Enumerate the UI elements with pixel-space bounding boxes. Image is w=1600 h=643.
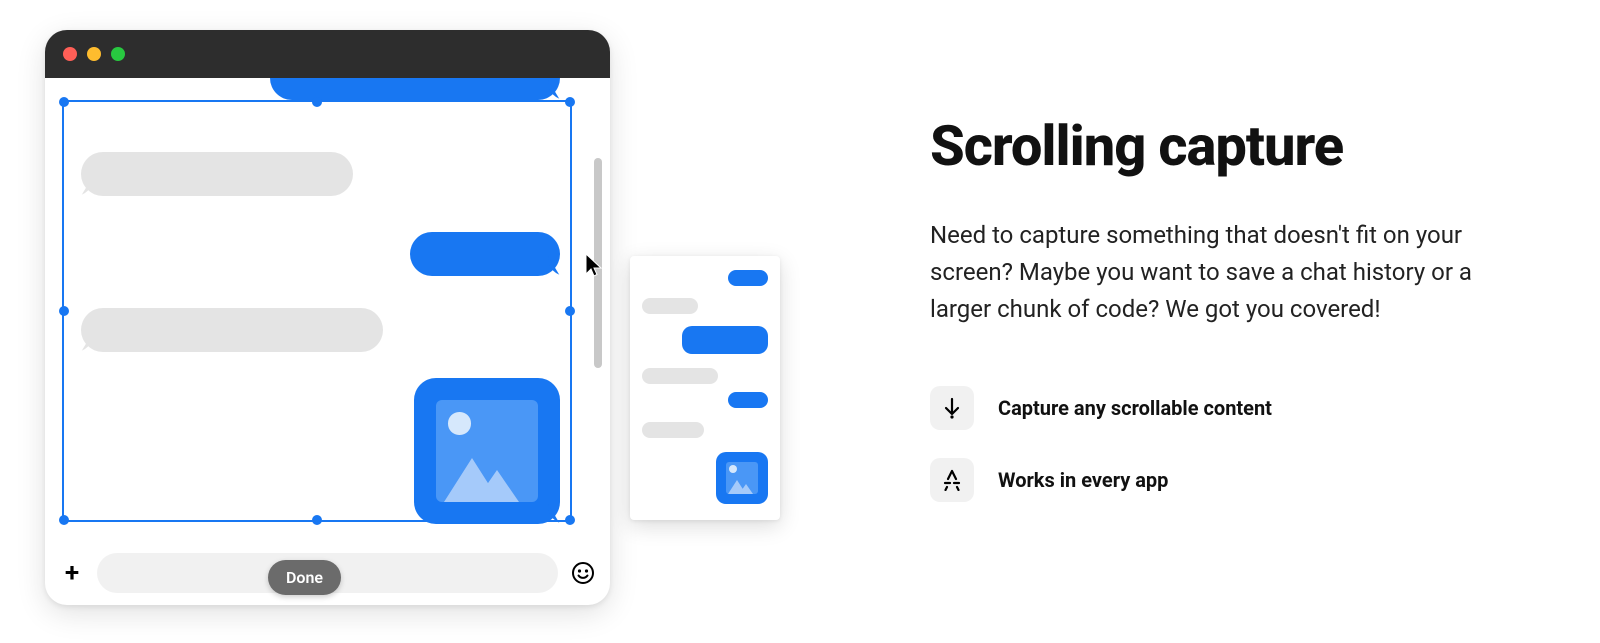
section-headline: Scrolling capture <box>930 113 1520 179</box>
chat-bubble-sent <box>728 392 768 408</box>
done-tooltip[interactable]: Done <box>268 560 341 595</box>
chat-bubble-sent <box>410 232 560 276</box>
mock-chat-window: + <box>45 30 610 605</box>
feature-row: Capture any scrollable content <box>930 386 1520 430</box>
chat-bubble-received <box>81 152 353 196</box>
chat-bubble-received <box>642 298 698 314</box>
close-traffic-light[interactable] <box>63 47 77 61</box>
zoom-traffic-light[interactable] <box>111 47 125 61</box>
chat-scroll-area[interactable] <box>45 78 610 541</box>
chat-image-message <box>414 378 560 524</box>
smiley-icon <box>571 561 595 585</box>
cursor-icon <box>584 252 604 278</box>
chat-bubble-received <box>642 422 704 438</box>
chat-bubble-sent <box>728 270 768 286</box>
chat-bubble-sent <box>270 78 560 100</box>
feature-icon-tile <box>930 386 974 430</box>
chat-bubble-received <box>642 368 718 384</box>
feature-row: Works in every app <box>930 458 1520 502</box>
add-attachment-button[interactable]: + <box>59 560 85 586</box>
chat-bubble-sent <box>682 326 768 354</box>
feature-label: Capture any scrollable content <box>998 396 1272 420</box>
chat-bubble-received <box>81 308 383 352</box>
app-store-icon <box>941 469 963 491</box>
minimize-traffic-light[interactable] <box>87 47 101 61</box>
scrolling-capture-illustration: + <box>0 0 800 643</box>
section-body: Need to capture something that doesn't f… <box>930 217 1490 329</box>
feature-icon-tile <box>930 458 974 502</box>
feature-label: Works in every app <box>998 468 1168 492</box>
download-arrow-icon <box>942 397 962 419</box>
plus-icon: + <box>65 560 79 586</box>
window-titlebar <box>45 30 610 78</box>
capture-result-preview <box>630 256 780 520</box>
emoji-picker-button[interactable] <box>570 560 596 586</box>
marketing-copy: Scrolling capture Need to capture someth… <box>800 113 1600 531</box>
chat-image-message <box>716 452 768 504</box>
